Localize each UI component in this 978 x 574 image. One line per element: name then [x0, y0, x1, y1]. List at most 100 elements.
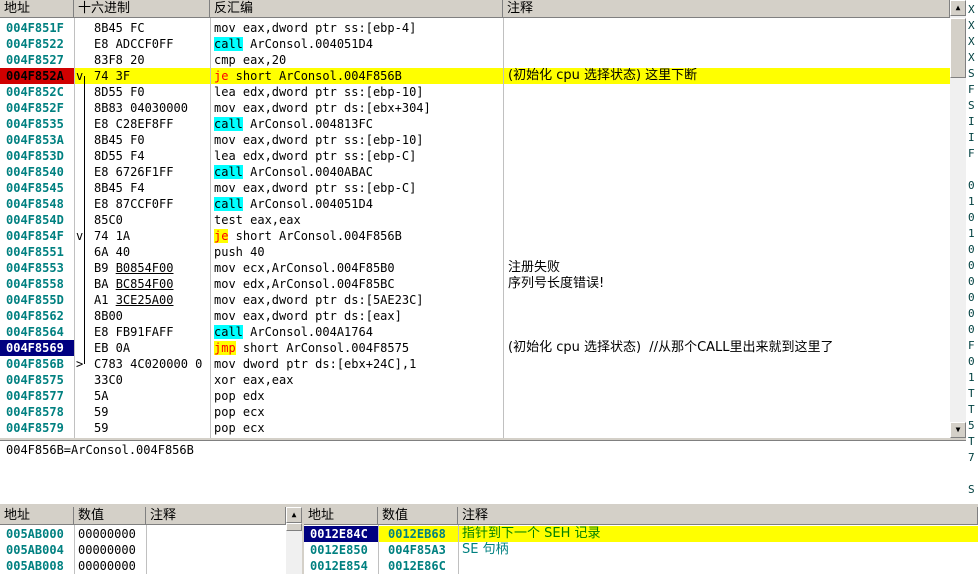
register-fragment: 0	[968, 307, 975, 320]
disasm-row[interactable]: 004F851F 8B45 FC mov eax,dword ptr ss:[ebp…	[0, 20, 950, 36]
disasm-row[interactable]: 004F855D A1 3CE25A00 mov eax,dword ptr ds:…	[0, 292, 950, 308]
disasm-row[interactable]: 004F8551 6A 40 push 40	[0, 244, 950, 260]
instruction-address[interactable]: 004F8527	[0, 52, 74, 68]
disasm-row[interactable]: 004F8545 8B45 F4 mov eax,dword ptr ss:[ebp…	[0, 180, 950, 196]
instruction-address[interactable]: 004F8564	[0, 324, 74, 340]
instruction-address[interactable]: 004F852C	[0, 84, 74, 100]
register-fragment: T	[968, 403, 975, 416]
jump-arrow-marker	[76, 404, 86, 420]
scroll-up-icon[interactable]: ▲	[950, 0, 966, 16]
disasm-row[interactable]: 004F8548 E8 87CCF0FF call ArConsol.004051D…	[0, 196, 950, 212]
instruction-address[interactable]: 004F852A	[0, 68, 74, 84]
instruction-address[interactable]: 004F856B	[0, 356, 74, 372]
column-header-address[interactable]: 地址	[0, 0, 74, 18]
disasm-row[interactable]: 004F853D 8D55 F4 lea edx,dword ptr ss:[ebp…	[0, 148, 950, 164]
disasm-row[interactable]: 004F8558 BA BC854F00 mov edx,ArConsol.004F…	[0, 276, 950, 292]
instruction-address[interactable]: 004F8562	[0, 308, 74, 324]
instruction-disassembly: cmp eax,20	[214, 52, 502, 68]
register-fragment: 0	[968, 211, 975, 224]
dump-row[interactable]: 005AB004 00000000	[0, 542, 286, 558]
instruction-address[interactable]: 004F8553	[0, 260, 74, 276]
disasm-row[interactable]: 004F8577 5A pop edx	[0, 388, 950, 404]
registers-pane-edge[interactable]: XXXXSFSIIF0101000000F01TT5T7S	[966, 0, 978, 510]
instruction-address[interactable]: 004F8577	[0, 388, 74, 404]
instruction-address[interactable]: 004F851F	[0, 20, 74, 36]
instruction-address[interactable]: 004F855D	[0, 292, 74, 308]
instruction-address[interactable]: 004F853A	[0, 132, 74, 148]
hex-segment: 74 3F	[94, 69, 131, 83]
instruction-address[interactable]: 004F8551	[0, 244, 74, 260]
instruction-address[interactable]: 004F852F	[0, 100, 74, 116]
hex-segment: E8 FB91FAFF	[94, 325, 174, 339]
stack-pane[interactable]: 地址 数值 注释 0012E84C 0012EB68 指针到下一个 SEH 记录 00…	[304, 507, 978, 574]
instruction-address[interactable]: 004F8535	[0, 116, 74, 132]
instruction-address[interactable]: 004F8575	[0, 372, 74, 388]
disasm-row[interactable]: 004F8569 EB 0A jmp short ArConsol.004F8575…	[0, 340, 950, 356]
disasm-row[interactable]: 004F854F v 74 1A je short ArConsol.004F856B	[0, 228, 950, 244]
disasm-row[interactable]: 004F853A 8B45 F0 mov eax,dword ptr ss:[ebp…	[0, 132, 950, 148]
disasm-row[interactable]: 004F8535 E8 C28EF8FF call ArConsol.004813F…	[0, 116, 950, 132]
jump-arrow-marker	[76, 388, 86, 404]
stack-row[interactable]: 0012E84C 0012EB68 指针到下一个 SEH 记录	[304, 526, 978, 542]
dump-scroll-up-icon[interactable]: ▲	[286, 507, 302, 523]
disassembly-pane[interactable]: 地址 十六进制 反汇编 注释 004F851F 8B45 FC mov eax,dw…	[0, 0, 950, 438]
instruction-address[interactable]: 004F8569	[0, 340, 74, 356]
dump-header-value[interactable]: 数值	[74, 507, 146, 525]
disasm-row[interactable]: 004F8540 E8 6726F1FF call ArConsol.0040ABA…	[0, 164, 950, 180]
dump-pane[interactable]: 地址 数值 注释 005AB000 00000000 005AB004 0000000…	[0, 507, 302, 574]
operand-text: ArConsol.004813FC	[242, 117, 373, 131]
dump-header-address[interactable]: 地址	[0, 507, 74, 525]
instruction-address[interactable]: 004F8578	[0, 404, 74, 420]
dump-address[interactable]: 005AB008	[0, 558, 76, 574]
disasm-row[interactable]: 004F8564 E8 FB91FAFF call ArConsol.004A176…	[0, 324, 950, 340]
instruction-comment	[508, 324, 948, 340]
info-pane[interactable]: 004F856B=ArConsol.004F856B	[0, 440, 966, 505]
disasm-row[interactable]: 004F8527 83F8 20 cmp eax,20	[0, 52, 950, 68]
disasm-row[interactable]: 004F852C 8D55 F0 lea edx,dword ptr ss:[ebp…	[0, 84, 950, 100]
disasm-row[interactable]: 004F852F 8B83 04030000 mov eax,dword ptr d…	[0, 100, 950, 116]
disasm-row[interactable]: 004F8553 B9 B0854F00 mov ecx,ArConsol.004F…	[0, 260, 950, 276]
disasm-row[interactable]: 004F8575 33C0 xor eax,eax	[0, 372, 950, 388]
disasm-row[interactable]: 004F8578 59 pop ecx	[0, 404, 950, 420]
column-header-comment[interactable]: 注释	[503, 0, 950, 18]
instruction-address[interactable]: 004F854D	[0, 212, 74, 228]
scroll-thumb[interactable]	[950, 18, 966, 78]
scroll-down-icon[interactable]: ▼	[950, 422, 966, 438]
instruction-address[interactable]: 004F8545	[0, 180, 74, 196]
stack-header-comment[interactable]: 注释	[458, 507, 978, 525]
disasm-row[interactable]: 004F856B > C783 4C020000 0 mov dword ptr ds…	[0, 356, 950, 372]
dump-address[interactable]: 005AB004	[0, 542, 76, 558]
dump-row[interactable]: 005AB008 00000000	[0, 558, 286, 574]
instruction-hex: E8 C28EF8FF	[94, 116, 208, 132]
instruction-address[interactable]: 004F8548	[0, 196, 74, 212]
dump-scroll-thumb[interactable]	[286, 523, 302, 531]
stack-row[interactable]: 0012E854 0012E86C	[304, 558, 978, 574]
instruction-address[interactable]: 004F8522	[0, 36, 74, 52]
disasm-row[interactable]: 004F8562 8B00 mov eax,dword ptr ds:[eax]	[0, 308, 950, 324]
stack-address[interactable]: 0012E854	[304, 558, 378, 574]
dump-row[interactable]: 005AB000 00000000	[0, 526, 286, 542]
stack-row[interactable]: 0012E850 004F85A3 SE 句柄	[304, 542, 978, 558]
instruction-address[interactable]: 004F854F	[0, 228, 74, 244]
instruction-address[interactable]: 004F8540	[0, 164, 74, 180]
disasm-row[interactable]: 004F8522 E8 ADCCF0FF call ArConsol.004051D…	[0, 36, 950, 52]
instruction-address[interactable]: 004F8558	[0, 276, 74, 292]
instruction-address[interactable]: 004F853D	[0, 148, 74, 164]
dump-header-comment[interactable]: 注释	[146, 507, 286, 525]
dump-address[interactable]: 005AB000	[0, 526, 76, 542]
column-header-disassembly[interactable]: 反汇编	[210, 0, 503, 18]
stack-header-value[interactable]: 数值	[378, 507, 458, 525]
stack-address[interactable]: 0012E84C	[304, 526, 378, 542]
column-header-hex[interactable]: 十六进制	[74, 0, 210, 18]
stack-address[interactable]: 0012E850	[304, 542, 378, 558]
instruction-disassembly: test eax,eax	[214, 212, 502, 228]
dump-scrollbar[interactable]: ▲	[286, 507, 302, 574]
instruction-disassembly: mov eax,dword ptr ss:[ebp-4]	[214, 20, 502, 36]
stack-header-address[interactable]: 地址	[304, 507, 378, 525]
disasm-row[interactable]: 004F852A v 74 3F je short ArConsol.004F856B…	[0, 68, 950, 84]
disasm-row[interactable]: 004F854D 85C0 test eax,eax	[0, 212, 950, 228]
instruction-address[interactable]: 004F8579	[0, 420, 74, 436]
disasm-row[interactable]: 004F8579 59 pop ecx	[0, 420, 950, 436]
disassembly-scrollbar[interactable]: ▲ ▼	[950, 0, 966, 438]
register-fragment: F	[968, 339, 975, 352]
